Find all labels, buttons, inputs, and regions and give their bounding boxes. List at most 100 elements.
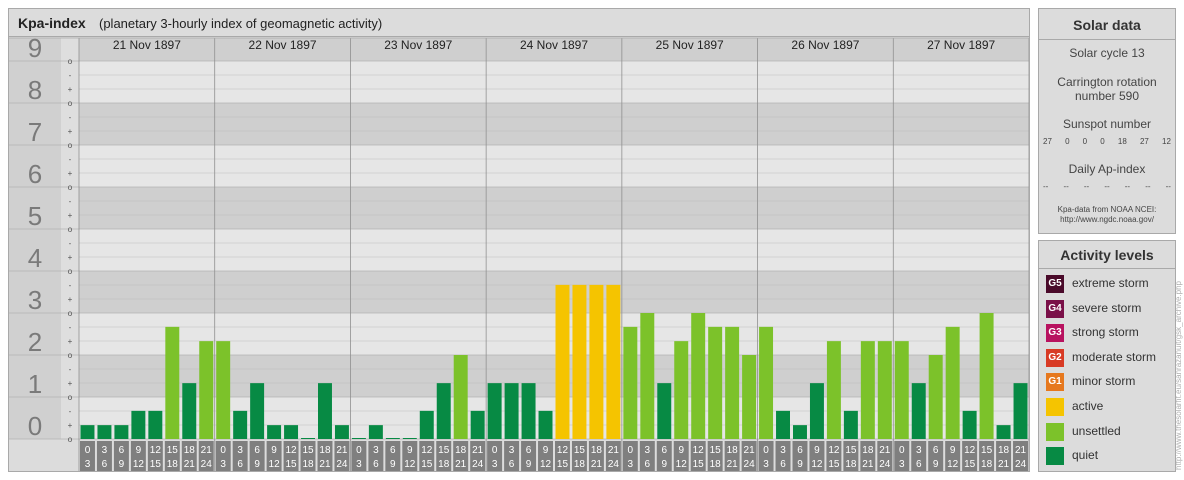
- interval-start-label: 9: [814, 445, 820, 456]
- sub-tick-label: -: [69, 239, 72, 248]
- interval-end-label: 21: [862, 459, 874, 470]
- kp-bar: [419, 410, 434, 439]
- interval-end-label: 15: [693, 459, 705, 470]
- kp-bar: [860, 341, 875, 439]
- kp-bar: [759, 326, 774, 439]
- interval-end-label: 9: [254, 459, 260, 470]
- kp-bar: [216, 341, 231, 439]
- y-tick-label: 6: [28, 159, 42, 189]
- kp-bar: [487, 383, 502, 439]
- interval-start-label: 3: [237, 445, 243, 456]
- interval-start-label: 15: [438, 445, 450, 456]
- kp-bar: [725, 326, 740, 439]
- level-swatch: [1046, 422, 1064, 441]
- interval-start-label: 0: [763, 445, 769, 456]
- interval-start-label: 9: [407, 445, 413, 456]
- kp-bar: [894, 341, 909, 439]
- sub-tick-label: o: [68, 57, 73, 66]
- kp-bar: [708, 326, 723, 439]
- interval-start-label: 3: [509, 445, 515, 456]
- sub-tick-label: -: [69, 197, 72, 206]
- interval-end-label: 9: [526, 459, 532, 470]
- interval-start-label: 6: [661, 445, 667, 456]
- interval-end-label: 21: [727, 459, 739, 470]
- interval-start-label: 3: [102, 445, 108, 456]
- solar-data-panel: Solar data Solar cycle 13 Carrington rot…: [1038, 8, 1176, 234]
- sub-tick-label: -: [69, 365, 72, 374]
- interval-end-label: 6: [645, 459, 651, 470]
- kp-bar: [436, 383, 451, 439]
- kp-bar: [402, 438, 417, 439]
- interval-start-label: 18: [727, 445, 739, 456]
- interval-start-label: 12: [285, 445, 297, 456]
- kpa-chart-panel: Kpa-index (planetary 3-hourly index of g…: [8, 8, 1030, 472]
- kp-bar: [979, 313, 994, 439]
- sunspot-label: Sunspot number: [1062, 117, 1152, 131]
- interval-end-label: 18: [167, 459, 179, 470]
- solar-data-title: Solar data: [1073, 17, 1141, 33]
- interval-end-label: 6: [916, 459, 922, 470]
- activity-levels-panel: Activity levels G5 extreme storm G4 seve…: [1038, 240, 1176, 472]
- day-label: 27 Nov 1897: [927, 38, 995, 52]
- ap-value: --: [1104, 182, 1110, 191]
- kp-bar: [928, 355, 943, 439]
- kp-bar: [114, 425, 129, 439]
- sub-tick-label: -: [69, 71, 72, 80]
- interval-start-label: 0: [356, 445, 362, 456]
- activity-levels-title: Activity levels: [1060, 247, 1154, 263]
- interval-start-label: 18: [455, 445, 467, 456]
- kp-bar: [877, 341, 892, 439]
- sub-tick-label: +: [68, 337, 73, 346]
- interval-start-label: 18: [998, 445, 1010, 456]
- y-tick-label: 2: [28, 327, 42, 357]
- interval-end-label: 12: [269, 459, 281, 470]
- interval-end-label: 9: [797, 459, 803, 470]
- interval-start-label: 12: [828, 445, 840, 456]
- interval-end-label: 12: [676, 459, 688, 470]
- interval-start-label: 9: [136, 445, 142, 456]
- interval-end-label: 12: [811, 459, 823, 470]
- interval-start-label: 18: [862, 445, 874, 456]
- interval-end-label: 12: [947, 459, 959, 470]
- interval-start-label: 18: [319, 445, 331, 456]
- interval-end-label: 21: [998, 459, 1010, 470]
- interval-end-label: 6: [373, 459, 379, 470]
- sunspot-value: 18: [1117, 137, 1127, 146]
- sub-tick-label: +: [68, 85, 73, 94]
- kp-bar: [148, 410, 163, 439]
- kp-bar: [182, 383, 197, 439]
- sub-tick-label: o: [68, 141, 73, 150]
- interval-start-label: 12: [150, 445, 162, 456]
- kp-bar: [199, 341, 214, 439]
- interval-end-label: 12: [133, 459, 145, 470]
- interval-end-label: 18: [438, 459, 450, 470]
- sub-tick-label: o: [68, 183, 73, 192]
- interval-start-label: 6: [254, 445, 260, 456]
- sub-tick-label: -: [69, 407, 72, 416]
- sub-tick-label: +: [68, 379, 73, 388]
- interval-end-label: 3: [85, 459, 91, 470]
- sub-tick-label: o: [68, 351, 73, 360]
- level-swatch: G3: [1046, 324, 1064, 343]
- interval-end-label: 18: [574, 459, 586, 470]
- sub-tick-label: -: [69, 113, 72, 122]
- band-8: [79, 61, 1029, 104]
- data-source-line-2: http://www.ngdc.noaa.gov/: [1060, 215, 1154, 224]
- data-source-line-1: Kpa-data from NOAA NCEI:: [1057, 205, 1157, 214]
- interval-start-label: 6: [933, 445, 939, 456]
- interval-start-label: 21: [472, 445, 484, 456]
- interval-start-label: 21: [1015, 445, 1027, 456]
- sub-tick-label: o: [68, 225, 73, 234]
- interval-end-label: 3: [492, 459, 498, 470]
- level-label: active: [1072, 399, 1104, 413]
- level-swatch: [1046, 398, 1064, 416]
- ap-value: --: [1043, 182, 1049, 191]
- interval-end-label: 3: [628, 459, 634, 470]
- interval-end-label: 21: [319, 459, 331, 470]
- level-swatch: G2: [1046, 348, 1064, 367]
- ap-value: --: [1145, 182, 1151, 191]
- day-label: 25 Nov 1897: [656, 38, 724, 52]
- sub-tick-label: o: [68, 393, 73, 402]
- interval-start-label: 15: [845, 445, 857, 456]
- interval-end-label: 18: [981, 459, 993, 470]
